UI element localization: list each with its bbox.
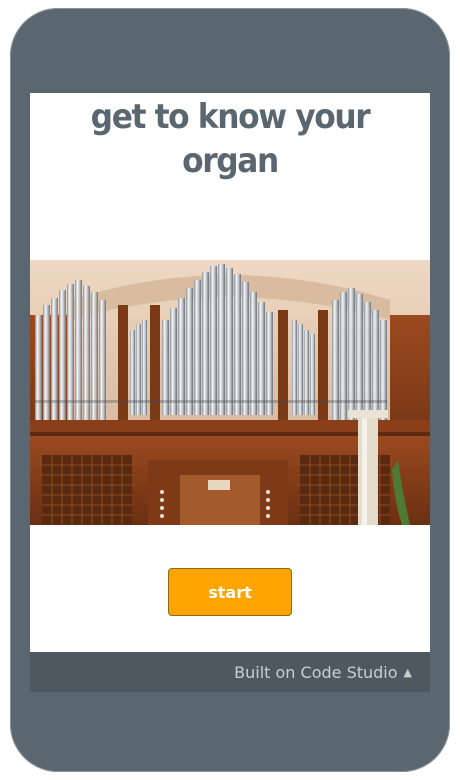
code-studio-footer[interactable]: Built on Code Studio ▲	[30, 652, 430, 692]
caret-up-icon: ▲	[403, 665, 412, 679]
app-screen: get to know your organ start	[30, 93, 430, 652]
footer-label: Built on Code Studio	[234, 662, 398, 682]
start-button[interactable]: start	[168, 568, 292, 616]
page-title: get to know your organ	[90, 97, 371, 181]
pipe-organ-image	[30, 260, 430, 525]
